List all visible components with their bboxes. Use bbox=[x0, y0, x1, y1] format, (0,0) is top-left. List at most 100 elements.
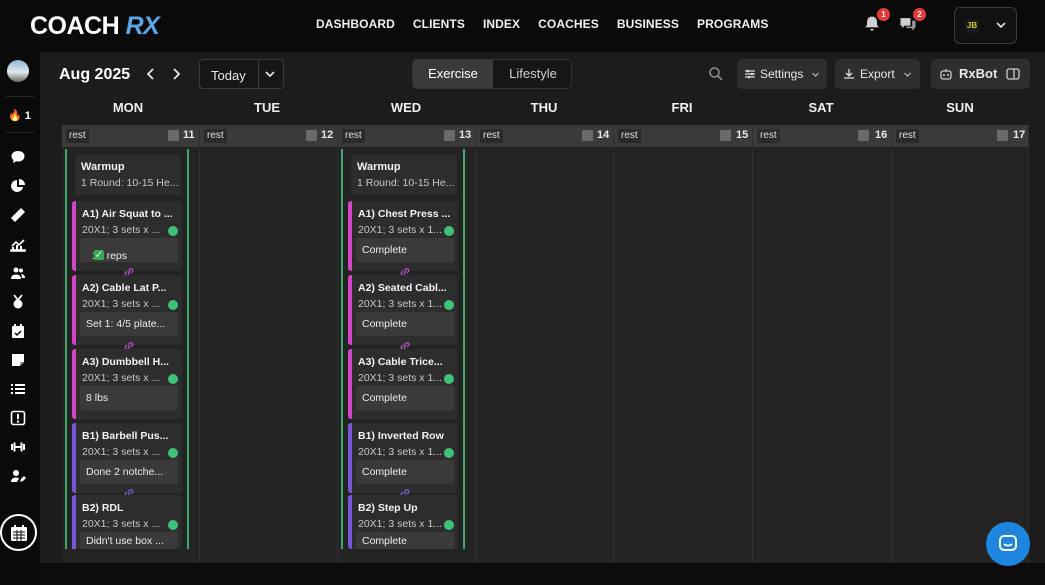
nav-clients[interactable]: CLIENTS bbox=[413, 17, 465, 31]
exercise-result: 8 lbs bbox=[80, 386, 178, 410]
note-icon[interactable] bbox=[168, 130, 179, 141]
workout-card[interactable]: Warmup 1 Round: 10-15 He... A1) Air Squa… bbox=[65, 149, 189, 549]
exercise-detail: 20X1; 3 sets x ... bbox=[82, 224, 161, 236]
sidebar-pie-chart-icon[interactable] bbox=[10, 178, 26, 194]
exercise-detail: 20X1; 3 sets x 1... bbox=[358, 298, 443, 310]
search-icon[interactable] bbox=[708, 66, 724, 82]
account-logo: JB bbox=[965, 19, 979, 33]
nav-business[interactable]: BUSINESS bbox=[617, 17, 679, 31]
rest-tag[interactable]: rest bbox=[618, 129, 641, 143]
day-number: 17 bbox=[1013, 129, 1026, 141]
nav-coaches[interactable]: COACHES bbox=[538, 17, 599, 31]
day-header-tue: TUE bbox=[254, 100, 280, 115]
exercise-card[interactable]: B1) Barbell Pus... 20X1; 3 sets x ... Do… bbox=[72, 423, 182, 493]
note-icon[interactable] bbox=[997, 130, 1008, 141]
notifications-button[interactable]: 1 bbox=[862, 8, 890, 36]
next-week-button[interactable] bbox=[169, 66, 183, 82]
exercise-card[interactable]: A3) Dumbbell H... 20X1; 3 sets x ... 8 l… bbox=[72, 349, 182, 419]
rest-tag[interactable]: rest bbox=[896, 129, 919, 143]
note-icon[interactable] bbox=[858, 130, 869, 141]
streak-counter: 🔥 1 bbox=[8, 110, 31, 122]
prev-week-button[interactable] bbox=[144, 66, 158, 82]
day-column-fri[interactable]: rest 15 bbox=[614, 125, 753, 565]
nav-programs[interactable]: PROGRAMS bbox=[697, 17, 768, 31]
note-icon[interactable] bbox=[444, 130, 455, 141]
exercise-card[interactable]: A1) Air Squat to ... 20X1; 3 sets x ... … bbox=[72, 201, 182, 271]
warmup-title: Warmup bbox=[357, 161, 401, 173]
day-column-mon[interactable]: rest 11 Warmup 1 Round: 10-15 He... A1) … bbox=[62, 125, 200, 565]
warmup-detail: 1 Round: 10-15 He... bbox=[357, 177, 455, 189]
day-number: 16 bbox=[875, 129, 888, 141]
exercise-title: B1) Inverted Row bbox=[358, 430, 444, 442]
exercise-card[interactable]: A1) Chest Press ... 20X1; 3 sets x 1... … bbox=[348, 201, 458, 271]
nav-dashboard[interactable]: DASHBOARD bbox=[316, 17, 395, 31]
account-menu[interactable]: JB bbox=[954, 7, 1017, 44]
complete-status-icon bbox=[444, 226, 454, 236]
rxbot-button[interactable]: RxBot bbox=[931, 59, 1030, 89]
sidebar-messages-icon[interactable] bbox=[10, 149, 26, 165]
day-column-tue[interactable]: rest 12 bbox=[200, 125, 338, 565]
note-icon[interactable] bbox=[306, 130, 317, 141]
note-icon[interactable] bbox=[720, 130, 731, 141]
exercise-card[interactable]: B2) RDL 20X1; 3 sets x ... Didn't use bo… bbox=[72, 495, 182, 549]
rest-tag[interactable]: rest bbox=[66, 129, 89, 143]
day-cell-header: rest 11 bbox=[62, 125, 199, 147]
exercise-result: Didn't use box ... bbox=[80, 532, 178, 549]
sidebar-medal-icon[interactable] bbox=[10, 294, 26, 310]
rest-tag[interactable]: rest bbox=[480, 129, 503, 143]
day-number: 12 bbox=[321, 129, 334, 141]
tab-lifestyle[interactable]: Lifestyle bbox=[493, 60, 571, 88]
exercise-result: Complete bbox=[356, 386, 454, 410]
nav-index[interactable]: INDEX bbox=[483, 17, 520, 31]
workout-card[interactable]: Warmup 1 Round: 10-15 He... A1) Chest Pr… bbox=[341, 149, 465, 549]
fire-icon: 🔥 bbox=[8, 110, 22, 122]
exercise-card[interactable]: A2) Seated Cabl... 20X1; 3 sets x 1... C… bbox=[348, 275, 458, 345]
sidebar-list-icon[interactable] bbox=[10, 381, 26, 397]
warmup-block[interactable]: Warmup 1 Round: 10-15 He... bbox=[75, 155, 181, 195]
exercise-card[interactable]: A2) Cable Lat P... 20X1; 3 sets x ... Se… bbox=[72, 275, 182, 345]
exercise-detail: 20X1; 3 sets x ... bbox=[82, 298, 161, 310]
bottom-widget-button[interactable] bbox=[0, 514, 37, 551]
sidebar-ruler-icon[interactable] bbox=[10, 207, 26, 223]
exercise-card[interactable]: B1) Inverted Row 20X1; 3 sets x 1... Com… bbox=[348, 423, 458, 493]
export-button[interactable]: Export bbox=[835, 59, 920, 89]
day-column-wed[interactable]: rest 13 Warmup 1 Round: 10-15 He... A1) … bbox=[338, 125, 476, 565]
day-column-thu[interactable]: rest 14 bbox=[476, 125, 614, 565]
complete-status-icon bbox=[168, 448, 178, 458]
rest-tag[interactable]: rest bbox=[757, 129, 780, 143]
sidebar: 🔥 1 bbox=[0, 52, 40, 585]
rest-tag[interactable]: rest bbox=[342, 129, 365, 143]
day-column-sun[interactable]: rest 17 bbox=[892, 125, 1029, 565]
exercise-card[interactable]: B2) Step Up 20X1; 3 sets x 1... Complete bbox=[348, 495, 458, 549]
tab-exercise[interactable]: Exercise bbox=[413, 60, 493, 88]
day-header-mon: MON bbox=[112, 100, 144, 115]
exercise-card[interactable]: A3) Cable Trice... 20X1; 3 sets x 1... C… bbox=[348, 349, 458, 419]
rest-tag[interactable]: rest bbox=[204, 129, 227, 143]
avatar[interactable] bbox=[7, 60, 29, 82]
chevron-down-icon[interactable] bbox=[264, 68, 276, 80]
sidebar-dumbbell-icon[interactable] bbox=[10, 439, 26, 455]
warmup-title: Warmup bbox=[81, 161, 125, 173]
day-column-sat[interactable]: rest 16 bbox=[753, 125, 892, 565]
sidebar-analytics-icon[interactable] bbox=[10, 236, 26, 252]
settings-button[interactable]: Settings bbox=[737, 59, 827, 89]
sidebar-user-edit-icon[interactable] bbox=[10, 468, 26, 484]
top-bar: COACH RX DASHBOARD CLIENTS INDEX COACHES… bbox=[0, 0, 1045, 52]
complete-status-icon bbox=[444, 520, 454, 530]
today-separator bbox=[258, 60, 259, 88]
support-chat-button[interactable] bbox=[986, 522, 1030, 566]
sidebar-note-icon[interactable] bbox=[10, 352, 26, 368]
complete-status-icon bbox=[444, 300, 454, 310]
sidebar-calendar-icon[interactable] bbox=[10, 323, 26, 339]
sidebar-alert-icon[interactable] bbox=[10, 410, 26, 426]
exercise-detail: 20X1; 3 sets x 1... bbox=[358, 518, 443, 530]
warmup-block[interactable]: Warmup 1 Round: 10-15 He... bbox=[351, 155, 457, 195]
exercise-title: A2) Cable Lat P... bbox=[82, 282, 167, 294]
main-nav: DASHBOARD CLIENTS INDEX COACHES BUSINESS… bbox=[316, 17, 769, 31]
panel-toggle-icon[interactable] bbox=[1006, 67, 1020, 81]
today-button[interactable]: Today bbox=[199, 59, 284, 89]
app-logo[interactable]: COACH RX bbox=[30, 12, 160, 41]
sidebar-users-icon[interactable] bbox=[10, 265, 26, 281]
note-icon[interactable] bbox=[582, 130, 593, 141]
messages-button[interactable]: 2 bbox=[898, 8, 926, 36]
